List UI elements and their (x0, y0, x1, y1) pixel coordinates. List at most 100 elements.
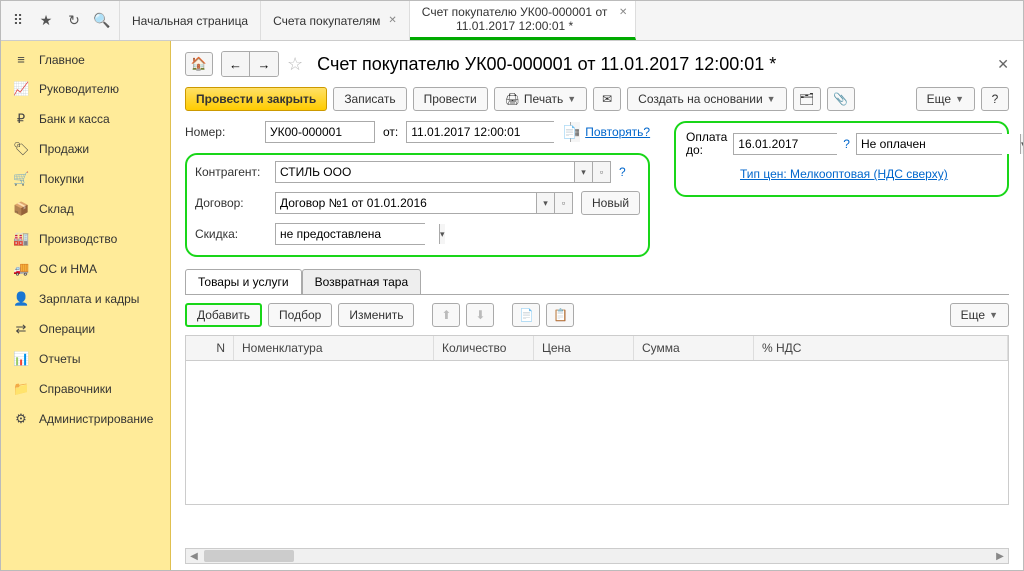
folder-icon: 📁 (13, 381, 29, 397)
gear-icon: ⚙ (13, 411, 29, 427)
copy-button[interactable]: 📄 (512, 303, 540, 327)
payment-date-input[interactable]: ▦ × (733, 133, 837, 155)
discount-select[interactable]: ▾ (275, 223, 425, 245)
tab-tare[interactable]: Возвратная тара (302, 269, 422, 294)
sidebar-item-hr[interactable]: 👤Зарплата и кадры (1, 284, 170, 314)
tab-label-line1: Счет покупателю УК00-000001 от (422, 5, 608, 19)
search-icon[interactable]: 🔍 (93, 12, 111, 30)
chevron-down-icon[interactable]: ▾ (1020, 134, 1023, 154)
col-sum[interactable]: Сумма (634, 336, 754, 360)
tab-label-line2: 11.01.2017 12:00:01 * (456, 19, 573, 33)
page-title: Счет покупателю УК00-000001 от 11.01.201… (317, 54, 776, 75)
tab-goods[interactable]: Товары и услуги (185, 269, 302, 294)
partner-input[interactable]: ▾ ▫ (275, 161, 611, 183)
box-icon: 📦 (13, 201, 29, 217)
tab-home[interactable]: Начальная страница (120, 1, 261, 40)
help-icon[interactable]: ? (843, 137, 850, 151)
help-button[interactable]: ? (981, 87, 1009, 111)
ruble-icon: ₽ (13, 111, 29, 127)
sidebar-item-bank[interactable]: ₽Банк и касса (1, 104, 170, 134)
col-vat[interactable]: % НДС (754, 336, 1008, 360)
discount-label: Скидка: (195, 227, 267, 241)
attach-button[interactable]: 📎 (827, 87, 855, 111)
payment-status-select[interactable]: ▾ (856, 133, 1002, 155)
star-icon[interactable]: ★ (37, 12, 55, 30)
swap-icon: ⇄ (13, 321, 29, 337)
close-icon[interactable]: ✕ (388, 15, 396, 26)
from-label: от: (383, 125, 398, 139)
move-down-button[interactable]: ⬇ (466, 303, 494, 327)
bars-icon: 📊 (13, 351, 29, 367)
payment-label: Оплата до: (686, 131, 727, 157)
edit-button[interactable]: Изменить (338, 303, 414, 327)
col-price[interactable]: Цена (534, 336, 634, 360)
tag-icon: 🏷 (13, 141, 29, 157)
scroll-left-icon[interactable]: ◀ (186, 551, 202, 562)
history-icon[interactable]: ↻ (65, 12, 83, 30)
mail-button[interactable]: ✉ (593, 87, 621, 111)
save-button[interactable]: Записать (333, 87, 406, 111)
number-label: Номер: (185, 125, 257, 139)
price-type-link[interactable]: Тип цен: Мелкооптовая (НДС сверху) (740, 167, 948, 181)
factory-icon: 🏭 (13, 231, 29, 247)
help-icon[interactable]: ? (619, 165, 626, 179)
forward-button[interactable]: → (250, 52, 278, 76)
col-quantity[interactable]: Количество (434, 336, 534, 360)
items-grid[interactable]: N Номенклатура Количество Цена Сумма % Н… (185, 335, 1009, 505)
sidebar-item-admin[interactable]: ⚙Администрирование (1, 404, 170, 434)
partner-label: Контрагент: (195, 165, 267, 179)
new-contract-button[interactable]: Новый (581, 191, 640, 215)
cart-icon: 🛒 (13, 171, 29, 187)
sidebar-item-main[interactable]: ≡Главное (1, 45, 170, 74)
contract-input[interactable]: ▾ ▫ (275, 192, 573, 214)
scroll-right-icon[interactable]: ▶ (992, 551, 1008, 562)
sidebar-item-production[interactable]: 🏭Производство (1, 224, 170, 254)
repeat-link[interactable]: Повторять? (585, 125, 650, 139)
horizontal-scrollbar[interactable]: ◀ ▶ (185, 548, 1009, 564)
move-up-button[interactable]: ⬆ (432, 303, 460, 327)
number-input[interactable] (265, 121, 375, 143)
date-input[interactable]: ▦ (406, 121, 554, 143)
contract-label: Договор: (195, 196, 267, 210)
tab-invoices[interactable]: Счета покупателям ✕ (261, 1, 410, 40)
tab-label: Счета покупателям (273, 14, 380, 28)
sidebar-item-catalogs[interactable]: 📁Справочники (1, 374, 170, 404)
col-nomenclature[interactable]: Номенклатура (234, 336, 434, 360)
favorite-icon[interactable]: ☆ (287, 54, 303, 75)
sidebar-item-warehouse[interactable]: 📦Склад (1, 194, 170, 224)
apps-icon[interactable]: ⠿ (9, 12, 27, 30)
paste-button[interactable]: 📋 (546, 303, 574, 327)
truck-icon: 🚚 (13, 261, 29, 277)
pick-button[interactable]: Подбор (268, 303, 332, 327)
more-button[interactable]: Еще▼ (916, 87, 975, 111)
sidebar-item-purchases[interactable]: 🛒Покупки (1, 164, 170, 194)
back-button[interactable]: ← (222, 52, 250, 76)
person-icon: 👤 (13, 291, 29, 307)
print-button[interactable]: 🖨Печать▼ (494, 87, 587, 111)
chevron-down-icon[interactable]: ▾ (536, 193, 554, 213)
home-button[interactable]: 🏠 (185, 52, 213, 76)
open-icon[interactable]: ▫ (554, 193, 572, 213)
printer-icon: 🖨 (505, 92, 520, 106)
post-and-close-button[interactable]: Провести и закрыть (185, 87, 327, 111)
sidebar-item-assets[interactable]: 🚚ОС и НМА (1, 254, 170, 284)
sidebar-item-sales[interactable]: 🏷Продажи (1, 134, 170, 164)
open-icon[interactable]: ▫ (592, 162, 610, 182)
chevron-down-icon[interactable]: ▾ (439, 224, 445, 244)
chevron-down-icon[interactable]: ▾ (574, 162, 592, 182)
col-n[interactable]: N (186, 336, 234, 360)
structure-button[interactable]: 🗂 (793, 87, 821, 111)
sidebar-item-operations[interactable]: ⇄Операции (1, 314, 170, 344)
sidebar-item-manager[interactable]: 📈Руководителю (1, 74, 170, 104)
close-button[interactable]: ✕ (997, 56, 1009, 73)
post-button[interactable]: Провести (413, 87, 488, 111)
grid-more-button[interactable]: Еще▼ (950, 303, 1009, 327)
close-icon[interactable]: ✕ (619, 7, 627, 19)
scroll-thumb[interactable] (204, 550, 294, 562)
tab-invoice-doc[interactable]: Счет покупателю УК00-000001 от 11.01.201… (410, 1, 637, 40)
add-button[interactable]: Добавить (185, 303, 262, 327)
tab-label: Начальная страница (132, 14, 248, 28)
repeat-icon: 📄 (562, 125, 577, 139)
sidebar-item-reports[interactable]: 📊Отчеты (1, 344, 170, 374)
create-based-button[interactable]: Создать на основании▼ (627, 87, 786, 111)
